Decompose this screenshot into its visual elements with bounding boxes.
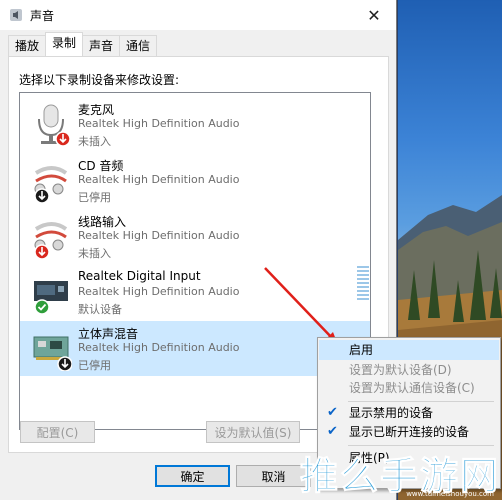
checkmark-icon: ✔	[327, 424, 338, 439]
checkmark-icon: ✔	[327, 405, 338, 420]
menu-item-show-disconnected[interactable]: ✔ 显示已断开连接的设备	[319, 422, 499, 442]
tab-recording[interactable]: 录制	[45, 32, 84, 56]
menu-separator	[348, 401, 494, 402]
menu-item-show-disabled[interactable]: ✔ 显示禁用的设备	[319, 403, 499, 423]
menu-item-set-default-comm-device[interactable]: 设置为默认通信设备(C)	[319, 378, 499, 398]
menu-item-set-default-device[interactable]: 设置为默认设备(D)	[319, 360, 499, 380]
watermark-url: www.tuimeishouyou.com	[406, 490, 494, 498]
site-watermark: 推么手游网 www.tuimeishouyou.com	[299, 445, 502, 500]
menu-item-enable[interactable]: 启用	[319, 340, 499, 360]
